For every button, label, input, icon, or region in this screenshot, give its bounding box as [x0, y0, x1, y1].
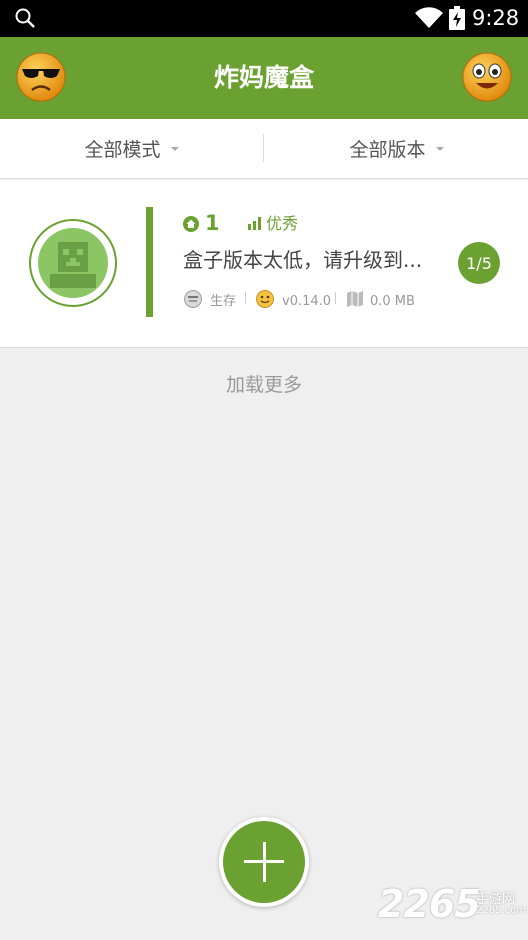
wifi-icon: [415, 7, 443, 28]
dropdown-caret-icon: [435, 146, 444, 151]
survival-mode-icon: [184, 290, 202, 308]
battery-charging-icon: [449, 6, 465, 30]
mode-filter-dropdown[interactable]: 全部模式: [0, 119, 263, 178]
dropdown-caret-icon: [170, 146, 179, 151]
filter-divider: [263, 134, 264, 162]
plus-icon-vertical: [262, 842, 266, 882]
page-indicator-badge[interactable]: 1/5: [458, 242, 500, 284]
meta-divider: [245, 292, 246, 304]
version-filter-label: 全部版本: [349, 139, 426, 161]
watermark-logo: 2265 手游网 2265.com: [378, 882, 526, 926]
watermark-url: 2265.com: [476, 905, 526, 916]
signal-bars-icon: [248, 217, 261, 230]
meta-divider: [335, 292, 336, 304]
item-title: 盒子版本太低，请升级到...: [183, 248, 423, 272]
cool-face-avatar-icon[interactable]: [16, 52, 66, 102]
add-button[interactable]: [223, 821, 305, 903]
status-bar: 9:28: [0, 0, 528, 37]
list-item[interactable]: 1 优秀 盒子版本太低，请升级到... 生存 v0.14.0 0.0 MB: [0, 180, 528, 348]
item-version: v0.14.0: [282, 294, 332, 309]
quality-label: 优秀: [266, 214, 299, 233]
item-size: 0.0 MB: [370, 294, 415, 309]
app-bar: 炸妈魔盒: [0, 37, 528, 119]
app-title: 炸妈魔盒: [213, 63, 314, 92]
filter-bar: 全部模式 全部版本: [0, 119, 528, 179]
version-filter-dropdown[interactable]: 全部版本: [265, 119, 528, 178]
creeper-thumbnail-icon: [38, 228, 108, 298]
home-icon: [183, 216, 199, 232]
watermark-number: 2265: [378, 882, 481, 926]
map-icon: [347, 291, 363, 307]
item-mode: 生存: [210, 294, 237, 309]
status-time: 9:28: [472, 6, 520, 30]
item-accent-bar: [146, 207, 153, 317]
load-more-link[interactable]: 加载更多: [0, 371, 528, 399]
happy-face-avatar-icon[interactable]: [462, 52, 512, 102]
item-count: 1: [205, 211, 220, 235]
search-icon[interactable]: [14, 7, 36, 29]
version-face-icon: [256, 290, 274, 308]
mode-filter-label: 全部模式: [84, 139, 161, 161]
